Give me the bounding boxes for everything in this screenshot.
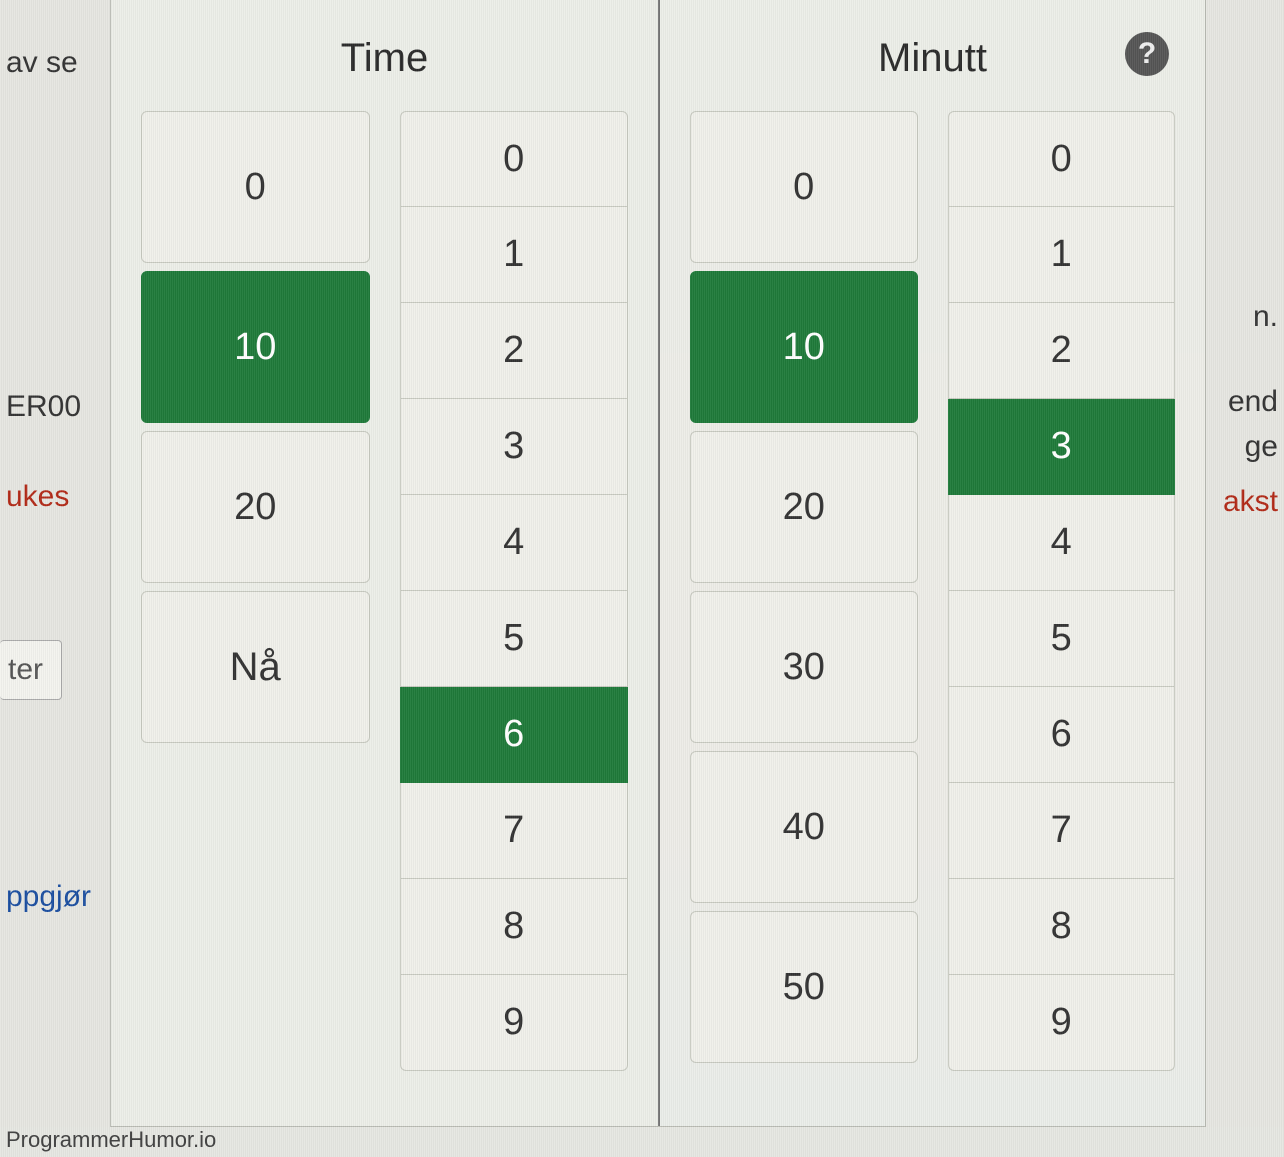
bg-fragment: ER00 xyxy=(6,390,81,424)
minute-units-option[interactable]: 2 xyxy=(948,303,1176,399)
minute-tens-option[interactable]: 20 xyxy=(690,431,918,583)
hour-units-option[interactable]: 1 xyxy=(400,207,629,303)
now-button[interactable]: Nå xyxy=(141,591,370,743)
bg-button-fragment[interactable]: ter xyxy=(0,640,62,700)
minute-units-option[interactable]: 1 xyxy=(948,207,1176,303)
hour-units-option[interactable]: 7 xyxy=(400,783,629,879)
hour-tens-option[interactable]: 10 xyxy=(141,271,370,423)
minute-units-option[interactable]: 0 xyxy=(948,111,1176,207)
hour-panel: Time 01020Nå 0123456789 xyxy=(111,0,658,1126)
hour-units-option[interactable]: 5 xyxy=(400,591,629,687)
hour-tens-column: 01020Nå xyxy=(141,111,370,1071)
minute-title-text: Minutt xyxy=(878,36,987,80)
watermark: ProgrammerHumor.io xyxy=(6,1127,216,1153)
minute-title: Minutt ? xyxy=(690,18,1175,111)
background-right-strip: n. end ge akst xyxy=(1194,0,1284,1127)
minute-units-option[interactable]: 8 xyxy=(948,879,1176,975)
minute-tens-column: 01020304050 xyxy=(690,111,918,1071)
hour-units-column: 0123456789 xyxy=(400,111,629,1071)
bg-fragment: av se xyxy=(6,46,78,80)
minute-units-option[interactable]: 6 xyxy=(948,687,1176,783)
minute-tens-option[interactable]: 0 xyxy=(690,111,918,263)
minute-tens-option[interactable]: 10 xyxy=(690,271,918,423)
hour-units-option[interactable]: 6 xyxy=(400,687,629,783)
minute-units-column: 0123456789 xyxy=(948,111,1176,1071)
bg-fragment-red: ukes xyxy=(6,480,69,514)
minute-panel: Minutt ? 01020304050 0123456789 xyxy=(658,0,1205,1126)
minute-units-option[interactable]: 7 xyxy=(948,783,1176,879)
bg-link-fragment[interactable]: ppgjør xyxy=(6,880,91,914)
hour-units-option[interactable]: 0 xyxy=(400,111,629,207)
hour-units-option[interactable]: 4 xyxy=(400,495,629,591)
hour-units-option[interactable]: 3 xyxy=(400,399,629,495)
minute-units-option[interactable]: 3 xyxy=(948,399,1176,495)
hour-tens-option[interactable]: 0 xyxy=(141,111,370,263)
minute-units-option[interactable]: 5 xyxy=(948,591,1176,687)
help-icon[interactable]: ? xyxy=(1125,32,1169,76)
hour-tens-option[interactable]: 20 xyxy=(141,431,370,583)
minute-tens-option[interactable]: 40 xyxy=(690,751,918,903)
bg-fragment-red: akst xyxy=(1223,485,1278,519)
hour-units-option[interactable]: 8 xyxy=(400,879,629,975)
time-picker-dialog: Time 01020Nå 0123456789 Minutt ? 0102030… xyxy=(110,0,1206,1127)
bg-fragment: ge xyxy=(1245,430,1278,464)
hour-units-option[interactable]: 9 xyxy=(400,975,629,1071)
minute-units-option[interactable]: 4 xyxy=(948,495,1176,591)
bg-fragment: end xyxy=(1228,385,1278,419)
minute-tens-option[interactable]: 30 xyxy=(690,591,918,743)
minute-units-option[interactable]: 9 xyxy=(948,975,1176,1071)
minute-tens-option[interactable]: 50 xyxy=(690,911,918,1063)
hour-title: Time xyxy=(141,18,628,111)
hour-units-option[interactable]: 2 xyxy=(400,303,629,399)
bg-fragment: n. xyxy=(1253,300,1278,334)
background-left-strip: av se ER00 ukes ter ppgjør xyxy=(0,0,120,1127)
